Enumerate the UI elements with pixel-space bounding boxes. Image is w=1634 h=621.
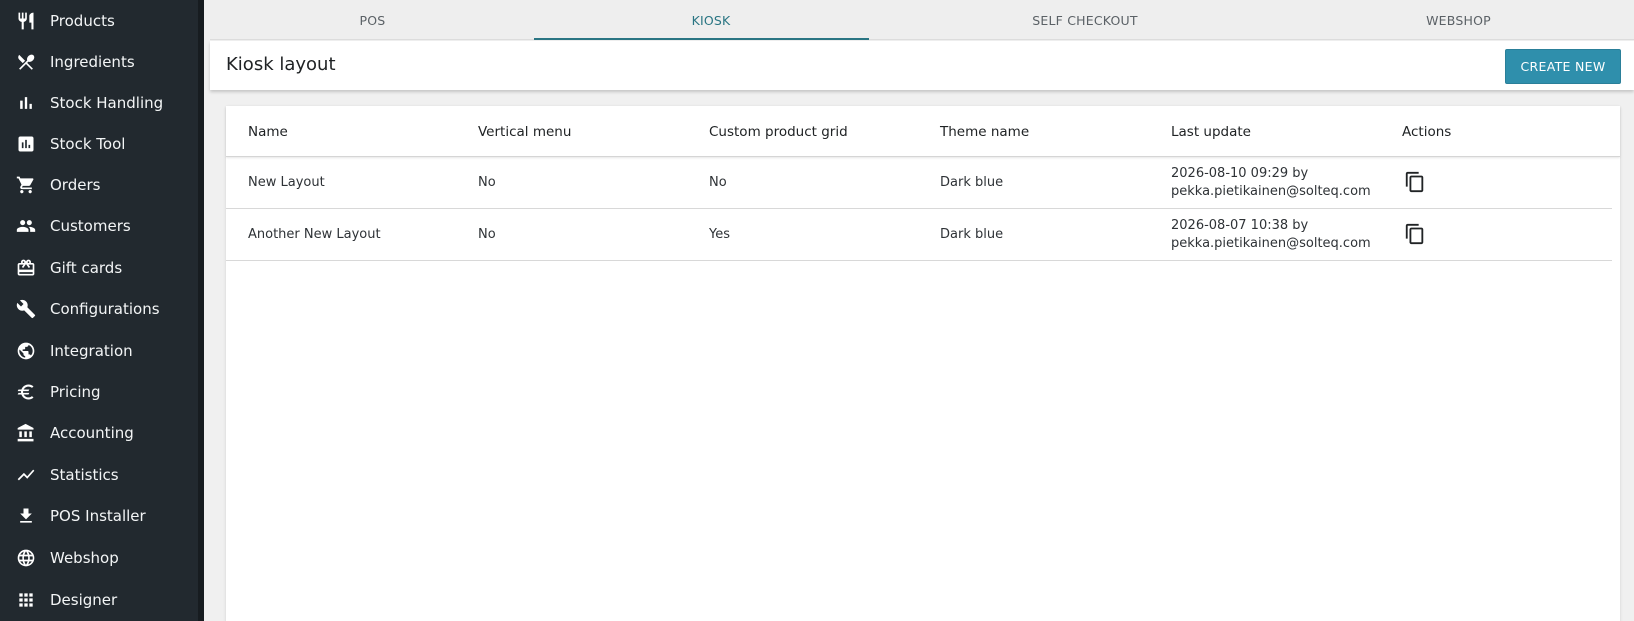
cart-icon <box>0 164 50 205</box>
sidebar-item-label: Pricing <box>50 382 101 401</box>
sidebar-item-stock-handling[interactable]: Stock Handling <box>0 82 198 123</box>
page-header: Kiosk layout CREATE NEW <box>210 41 1634 90</box>
tab-kiosk[interactable]: KIOSK <box>535 0 887 40</box>
grid-icon <box>0 579 50 620</box>
cell-custom-product-grid: Yes <box>709 227 730 242</box>
copy-icon[interactable] <box>1402 169 1428 195</box>
tab-bar: POS KIOSK SELF CHECKOUT WEBSHOP <box>210 0 1634 40</box>
sidebar-item-configurations[interactable]: Configurations <box>0 288 198 329</box>
tab-self-checkout[interactable]: SELF CHECKOUT <box>887 0 1283 40</box>
cell-last-update: 2026-08-07 10:38 by pekka.pietikainen@so… <box>1171 209 1371 260</box>
sidebar-item-gift-cards[interactable]: Gift cards <box>0 247 198 288</box>
last-update-user: pekka.pietikainen@solteq.com <box>1171 235 1371 251</box>
sidebar-item-label: POS Installer <box>50 506 146 525</box>
bank-icon <box>0 412 50 453</box>
gift-card-icon <box>0 247 50 288</box>
sidebar-item-statistics[interactable]: Statistics <box>0 454 198 495</box>
column-header-name[interactable]: Name <box>248 106 288 157</box>
globe-icon <box>0 537 50 578</box>
active-tab-indicator <box>534 38 869 40</box>
cell-vertical-menu: No <box>478 175 496 190</box>
sidebar-item-label: Webshop <box>50 548 119 567</box>
sidebar-item-label: Gift cards <box>50 258 123 277</box>
chart-box-icon <box>0 123 50 164</box>
tab-webshop[interactable]: WEBSHOP <box>1283 0 1634 40</box>
utensils-icon <box>0 0 50 41</box>
table-row[interactable]: New Layout No No Dark blue 2026-08-10 09… <box>226 157 1612 209</box>
last-update-user: pekka.pietikainen@solteq.com <box>1171 183 1371 199</box>
sidebar-item-stock-tool[interactable]: Stock Tool <box>0 123 198 164</box>
sidebar-item-label: Stock Tool <box>50 134 126 153</box>
sidebar-item-label: Ingredients <box>50 52 135 71</box>
table-header: Name Vertical menu Custom product grid T… <box>226 106 1620 157</box>
column-header-vertical-menu[interactable]: Vertical menu <box>478 106 571 157</box>
column-header-custom-product-grid[interactable]: Custom product grid <box>709 106 848 157</box>
cell-last-update: 2026-08-10 09:29 by pekka.pietikainen@so… <box>1171 157 1371 208</box>
cell-vertical-menu: No <box>478 227 496 242</box>
sidebar-item-pos-installer[interactable]: POS Installer <box>0 495 198 536</box>
tab-pos[interactable]: POS <box>210 0 535 40</box>
sidebar-item-ingredients[interactable]: Ingredients <box>0 41 198 82</box>
globe-link-icon <box>0 330 50 371</box>
sidebar-item-label: Configurations <box>50 299 160 318</box>
sidebar: Products Ingredients Stock Handling Stoc… <box>0 0 204 621</box>
sidebar-item-integration[interactable]: Integration <box>0 330 198 371</box>
table-row[interactable]: Another New Layout No Yes Dark blue 2026… <box>226 209 1612 261</box>
sidebar-item-orders[interactable]: Orders <box>0 164 198 205</box>
column-header-theme-name[interactable]: Theme name <box>940 106 1029 157</box>
last-update-date: 2026-08-07 10:38 by <box>1171 217 1309 233</box>
sidebar-item-label: Statistics <box>50 465 119 484</box>
fork-knife-cross-icon <box>0 41 50 82</box>
cell-theme-name: Dark blue <box>940 227 1004 242</box>
trend-line-icon <box>0 454 50 495</box>
create-new-button[interactable]: CREATE NEW <box>1505 49 1621 84</box>
sidebar-item-label: Integration <box>50 341 133 360</box>
euro-icon <box>0 371 50 412</box>
sidebar-item-designer[interactable]: Designer <box>0 579 198 620</box>
sidebar-item-label: Stock Handling <box>50 93 164 112</box>
page-title: Kiosk layout <box>226 54 336 75</box>
cell-name[interactable]: New Layout <box>248 157 325 208</box>
copy-icon[interactable] <box>1402 221 1428 247</box>
cell-theme-name: Dark blue <box>940 175 1004 190</box>
column-header-last-update[interactable]: Last update <box>1171 106 1251 157</box>
sidebar-item-label: Products <box>50 11 115 30</box>
sidebar-item-accounting[interactable]: Accounting <box>0 412 198 453</box>
sidebar-item-label: Designer <box>50 590 118 609</box>
last-update-date: 2026-08-10 09:29 by <box>1171 165 1309 181</box>
sidebar-item-label: Customers <box>50 216 131 235</box>
sidebar-item-products[interactable]: Products <box>0 0 198 41</box>
sidebar-item-customers[interactable]: Customers <box>0 205 198 246</box>
layouts-table: Name Vertical menu Custom product grid T… <box>226 106 1620 621</box>
sidebar-item-label: Accounting <box>50 423 134 442</box>
cell-custom-product-grid: No <box>709 175 727 190</box>
sidebar-item-webshop[interactable]: Webshop <box>0 537 198 578</box>
download-icon <box>0 495 50 536</box>
sidebar-item-label: Orders <box>50 175 101 194</box>
column-header-actions: Actions <box>1402 123 1452 140</box>
bar-chart-icon <box>0 82 50 123</box>
cell-name[interactable]: Another New Layout <box>248 209 381 260</box>
people-icon <box>0 205 50 246</box>
sidebar-item-pricing[interactable]: Pricing <box>0 371 198 412</box>
wrench-icon <box>0 288 50 329</box>
